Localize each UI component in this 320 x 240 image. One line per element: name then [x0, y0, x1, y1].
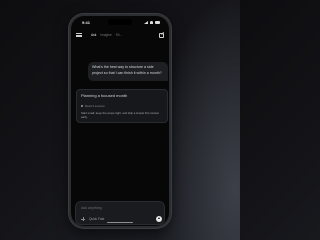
phone-screen: 9:41 Ask Imagine Sh... What's the best w… [71, 16, 169, 226]
answer-step-text: Read 3 sources [85, 104, 105, 108]
signal-icon [144, 21, 148, 24]
answer-body: Start small, keep the scope tight, and s… [81, 111, 160, 119]
new-chat-icon[interactable] [159, 32, 164, 38]
home-indicator [107, 222, 133, 223]
battery-icon [155, 21, 160, 24]
answer-step[interactable]: Read 3 sources [81, 104, 163, 108]
send-button[interactable] [156, 215, 162, 222]
app-header: Ask Imagine Sh... [71, 30, 169, 40]
status-time: 9:41 [82, 20, 91, 25]
user-message-text: What's the best way to structure a side … [92, 65, 162, 75]
status-bar: 9:41 [71, 16, 169, 29]
phone-frame: 9:41 Ask Imagine Sh... What's the best w… [69, 14, 171, 228]
user-message-bubble: What's the best way to structure a side … [88, 62, 168, 81]
attach-plus-icon[interactable] [81, 217, 85, 221]
step-dot-icon [81, 105, 83, 107]
wifi-icon [150, 21, 153, 24]
composer-input[interactable]: Ask anything [81, 206, 102, 210]
tab-ask[interactable]: Ask [91, 33, 96, 37]
mode-tabs: Ask Imagine Sh... [91, 33, 159, 37]
answer-card[interactable]: Planning a focused month Read 3 sources … [76, 89, 168, 123]
status-icons [144, 21, 160, 24]
menu-icon[interactable] [76, 33, 82, 37]
tab-imagine[interactable]: Imagine [100, 33, 111, 37]
answer-title: Planning a focused month [81, 93, 128, 98]
tab-third[interactable]: Sh... [116, 33, 123, 37]
model-selector[interactable]: Quick Fast [89, 217, 104, 221]
